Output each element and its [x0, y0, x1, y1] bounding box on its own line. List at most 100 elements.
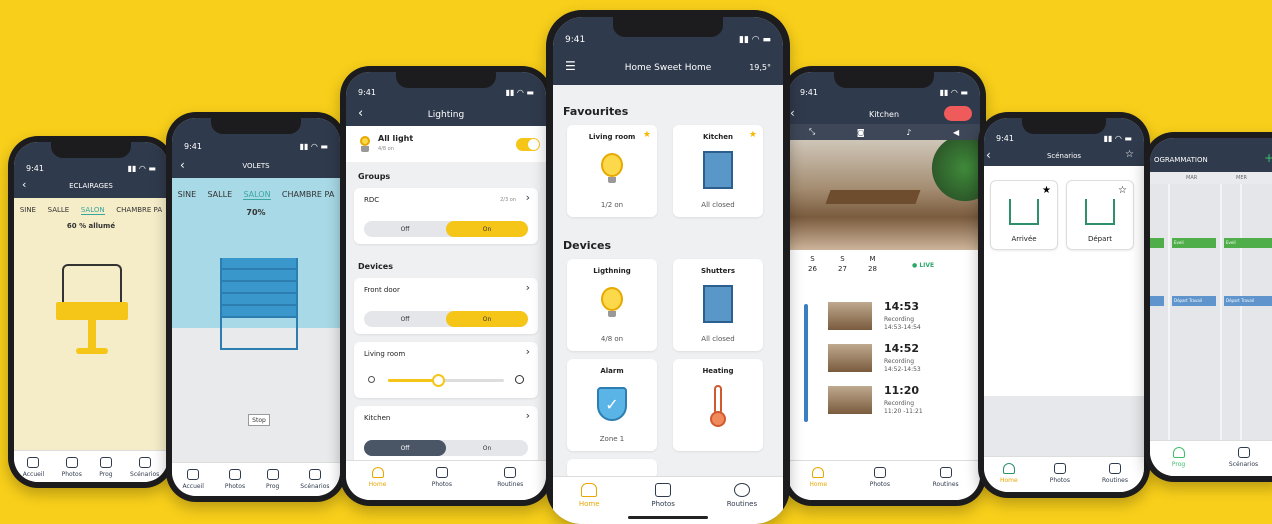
routine-icon: [138, 457, 151, 468]
room-tab[interactable]: SINE: [20, 206, 36, 215]
expand-icon[interactable]: ⤡: [809, 127, 815, 137]
lamp-icon[interactable]: [56, 264, 128, 360]
fav-card-living-room[interactable]: Living room ★ 1/2 on: [567, 125, 657, 217]
camera-icon[interactable]: ◙: [857, 128, 865, 137]
event-block[interactable]: [1150, 296, 1164, 306]
tab-label: Home: [1000, 477, 1018, 484]
notch: [211, 118, 301, 134]
tab-photos[interactable]: Photos: [62, 451, 82, 478]
front-door-switch[interactable]: Off On: [364, 311, 528, 327]
speaker-icon[interactable]: ◀: [953, 128, 959, 137]
tab-routines[interactable]: Routines: [1102, 457, 1128, 484]
event-block[interactable]: Départ Travail: [1224, 296, 1272, 306]
alarm-icon[interactable]: [944, 106, 972, 121]
calendar-icon: [1172, 447, 1185, 458]
mic-icon[interactable]: ♪: [906, 128, 911, 137]
signal-icon: ▮▮ ◠ ▬: [1103, 134, 1132, 143]
rdc-switch[interactable]: Off On: [364, 221, 528, 237]
tab-routines[interactable]: Routines: [727, 477, 757, 508]
tab-label: Prog: [266, 483, 280, 490]
screen: OGRAMMATION + MAR MER Eveil Eveil Départ…: [1150, 138, 1272, 476]
tab-label: Home: [578, 500, 600, 508]
tab-photos[interactable]: Photos: [225, 463, 245, 490]
tab-home[interactable]: Home: [579, 477, 600, 508]
on-option[interactable]: On: [446, 221, 528, 237]
all-light-row[interactable]: All light 4/8 on: [346, 126, 546, 162]
device-card-shutters[interactable]: Shutters All closed: [673, 259, 763, 351]
tab-home[interactable]: Home: [1000, 457, 1018, 484]
timeline-track[interactable]: [804, 304, 808, 422]
device-card-living-room[interactable]: Living room ›: [354, 342, 538, 398]
scenario-card-depart[interactable]: ☆ Départ: [1066, 180, 1134, 250]
scenario-card-arrivee[interactable]: ★ Arrivée: [990, 180, 1058, 250]
tab-prog[interactable]: Prog: [266, 463, 279, 490]
tab-label: Routines: [497, 481, 524, 488]
event-block[interactable]: Départ Travail: [1172, 296, 1216, 306]
tab-routines[interactable]: Routines: [933, 461, 959, 488]
room-tab[interactable]: CHAMBRE PA: [116, 206, 162, 215]
all-light-toggle[interactable]: [516, 138, 540, 151]
room-tab-active[interactable]: SALON: [80, 206, 105, 215]
off-option[interactable]: Off: [364, 440, 446, 456]
day-item[interactable]: M 28: [868, 254, 877, 274]
room-tab[interactable]: SALLE: [48, 206, 70, 215]
event-block[interactable]: [1150, 238, 1164, 248]
day-item[interactable]: S 27: [838, 254, 847, 274]
add-icon[interactable]: +: [1264, 151, 1272, 165]
tab-home[interactable]: Home: [809, 461, 827, 488]
off-option[interactable]: Off: [364, 311, 446, 327]
star-icon[interactable]: ☆: [1118, 185, 1127, 196]
card-status: All closed: [701, 335, 735, 343]
star-filled-icon[interactable]: ★: [643, 130, 651, 140]
event-block[interactable]: Eveil: [1224, 238, 1272, 248]
tab-scenarios[interactable]: Scénarios: [130, 451, 159, 478]
fav-card-kitchen[interactable]: Kitchen ★ All closed: [673, 125, 763, 217]
off-option[interactable]: Off: [364, 221, 446, 237]
star-filled-icon[interactable]: ★: [749, 130, 757, 140]
tab-home[interactable]: Home: [369, 461, 386, 488]
bright-bulb-icon: [515, 375, 524, 384]
status-time: 9:41: [26, 164, 44, 173]
star-filled-icon[interactable]: ★: [1042, 185, 1051, 196]
tab-scenarios[interactable]: Scénarios: [1229, 441, 1258, 468]
shutter-icon[interactable]: [220, 258, 298, 350]
notch: [1022, 118, 1106, 134]
tab-photos[interactable]: Photos: [1050, 457, 1070, 484]
tab-photos[interactable]: Photos: [432, 461, 452, 488]
on-option[interactable]: On: [446, 311, 528, 327]
tab-scenarios[interactable]: Scénarios: [300, 463, 330, 490]
tab-photos[interactable]: Photos: [651, 477, 675, 508]
on-option[interactable]: On: [446, 440, 528, 456]
phone-programmation: OGRAMMATION + MAR MER Eveil Eveil Départ…: [1144, 132, 1272, 482]
notch: [51, 142, 131, 158]
event-block[interactable]: Eveil: [1172, 238, 1216, 248]
day-item[interactable]: S 26: [808, 254, 817, 274]
device-card-heating[interactable]: Heating: [673, 359, 763, 451]
room-tab[interactable]: CHAMBRE PA: [282, 190, 334, 200]
brightness-slider[interactable]: [388, 374, 504, 387]
device-card-lighting[interactable]: Ligthning 4/8 on: [567, 259, 657, 351]
room-tab[interactable]: SALLE: [207, 190, 232, 200]
tab-accueil[interactable]: Accueil: [182, 463, 204, 490]
kitchen-switch[interactable]: Off On: [364, 440, 528, 456]
card-title: Alarm: [600, 367, 624, 375]
scenario-name: Départ: [1087, 235, 1113, 243]
room-tab-active[interactable]: SALON: [243, 190, 271, 200]
status-time: 9:41: [565, 35, 586, 45]
tab-prog[interactable]: Prog: [99, 451, 113, 478]
device-card-alarm[interactable]: Alarm ✓ Zone 1: [567, 359, 657, 451]
recording-thumbnail: [828, 344, 872, 372]
tab-accueil[interactable]: Accueil: [23, 451, 44, 478]
room-tab[interactable]: SINE: [178, 190, 196, 200]
device-card-kitchen[interactable]: Kitchen ›: [354, 406, 538, 466]
star-icon[interactable]: ☆: [1125, 149, 1134, 160]
tab-routines[interactable]: Routines: [497, 461, 523, 488]
calendar-grid[interactable]: [1150, 184, 1272, 444]
section-devices: Devices: [563, 239, 612, 252]
tab-prog[interactable]: Prog: [1172, 441, 1185, 468]
tab-photos[interactable]: Photos: [870, 461, 890, 488]
live-camera-feed[interactable]: [788, 140, 980, 250]
tab-label: Photos: [61, 471, 82, 478]
stop-button[interactable]: Stop: [248, 414, 270, 426]
live-badge[interactable]: ● LIVE: [912, 262, 934, 269]
